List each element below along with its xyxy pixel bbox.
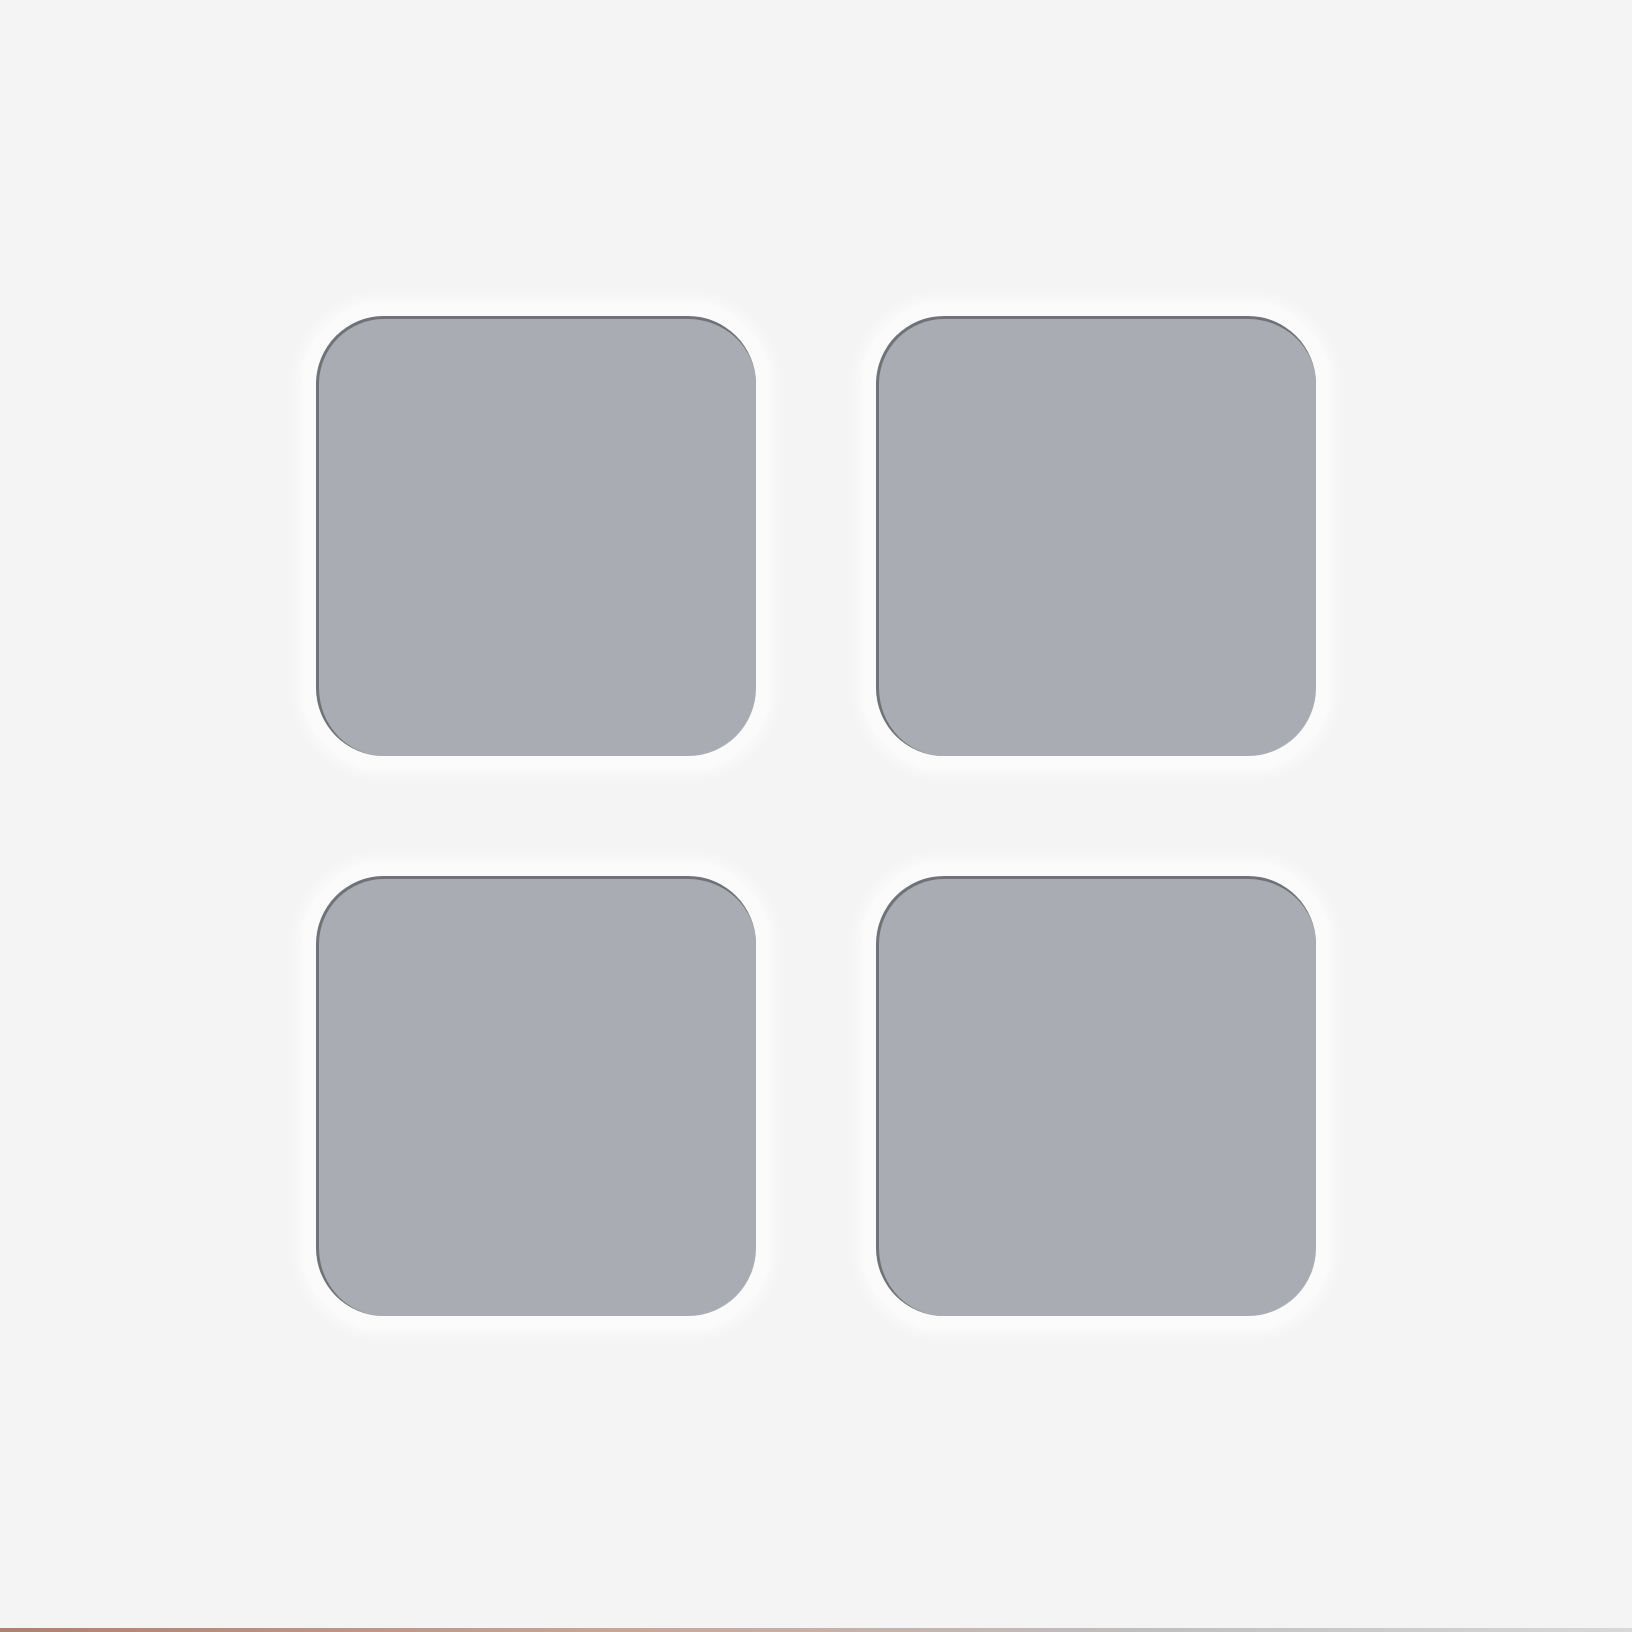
bottom-edge-strip — [0, 1628, 1632, 1632]
grid-tile-bottom-left — [316, 876, 756, 1316]
grid-tile-top-right — [876, 316, 1316, 756]
app-grid-icon[interactable] — [316, 316, 1316, 1316]
grid-tile-top-left — [316, 316, 756, 756]
grid-tile-bottom-right — [876, 876, 1316, 1316]
icon-canvas — [0, 0, 1632, 1632]
